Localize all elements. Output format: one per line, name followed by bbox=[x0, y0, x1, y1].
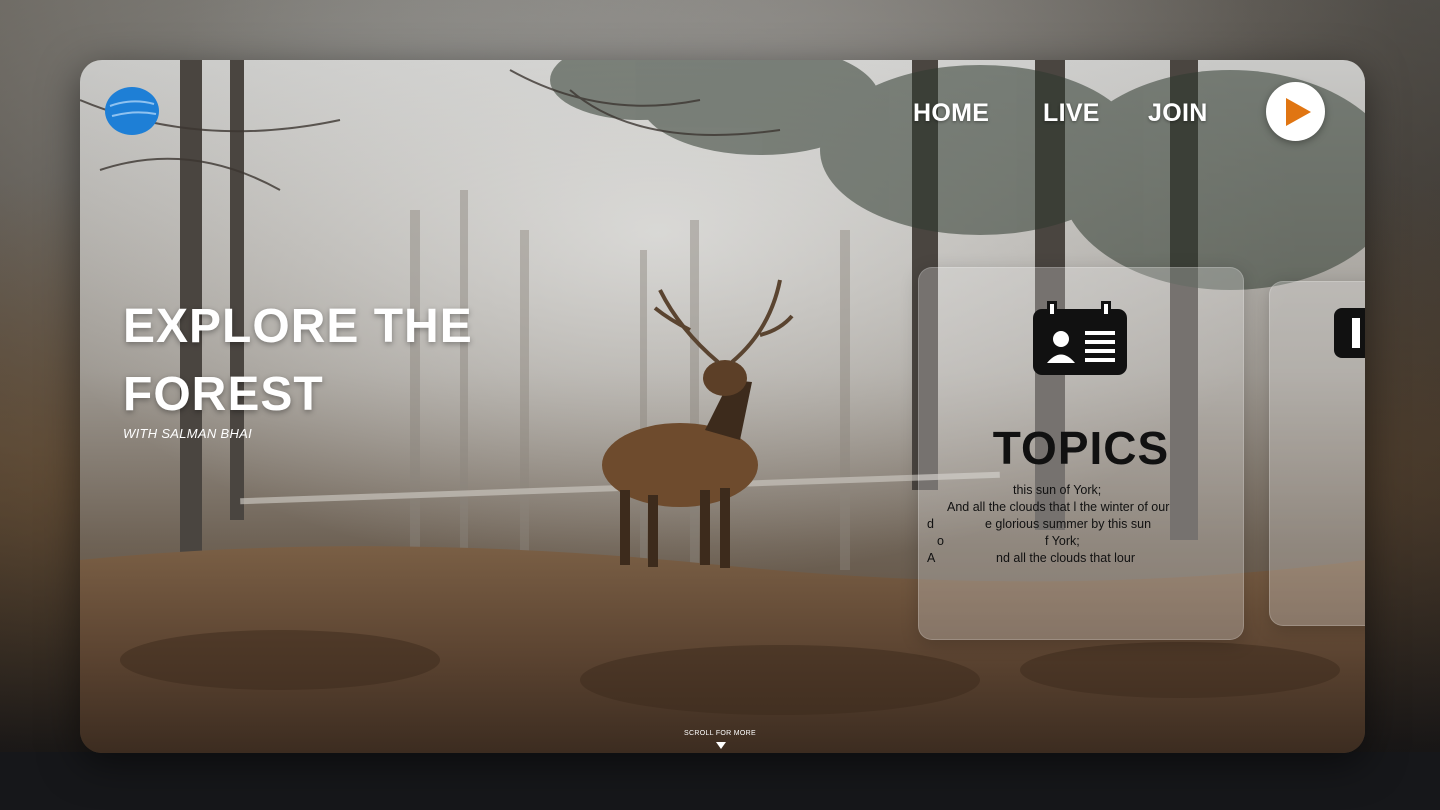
topic-card[interactable]: TOPICS this sun of York; And all the clo… bbox=[918, 267, 1244, 640]
nav-home[interactable]: HOME bbox=[913, 99, 989, 128]
globe-logo-icon[interactable] bbox=[104, 86, 160, 136]
topic-line: e glorious summer by this sun bbox=[985, 517, 1152, 531]
topic-line: nd all the clouds that lour bbox=[996, 551, 1135, 565]
hero-card: HOME LIVE JOIN EXPLORE THE FOREST WITH S… bbox=[80, 60, 1365, 753]
play-icon bbox=[1286, 98, 1311, 126]
topic-line: this sun of York; bbox=[1013, 483, 1102, 497]
nav-join[interactable]: JOIN bbox=[1148, 99, 1208, 128]
id-card-icon bbox=[1033, 301, 1127, 375]
topic-line: And all the clouds that l the winter of … bbox=[947, 500, 1170, 514]
scroll-down-icon[interactable] bbox=[716, 742, 726, 749]
topic-title: TOPICS bbox=[992, 422, 1170, 474]
play-button[interactable] bbox=[1266, 82, 1325, 141]
bottom-strip bbox=[0, 752, 1440, 810]
scroll-hint[interactable]: SCROLL FOR MORE bbox=[0, 730, 1440, 737]
topic-line: d bbox=[927, 517, 934, 531]
hero-subtitle: WITH SALMAN BHAI bbox=[123, 426, 253, 441]
topic-line: o bbox=[937, 534, 944, 548]
nav-live[interactable]: LIVE bbox=[1043, 99, 1100, 128]
topic-line: f York; bbox=[1045, 534, 1080, 548]
card-icon bbox=[1334, 308, 1365, 358]
topic-line: A bbox=[927, 551, 936, 565]
topic-card-next[interactable] bbox=[1269, 281, 1365, 626]
hero-title: EXPLORE THE FOREST bbox=[123, 300, 473, 421]
